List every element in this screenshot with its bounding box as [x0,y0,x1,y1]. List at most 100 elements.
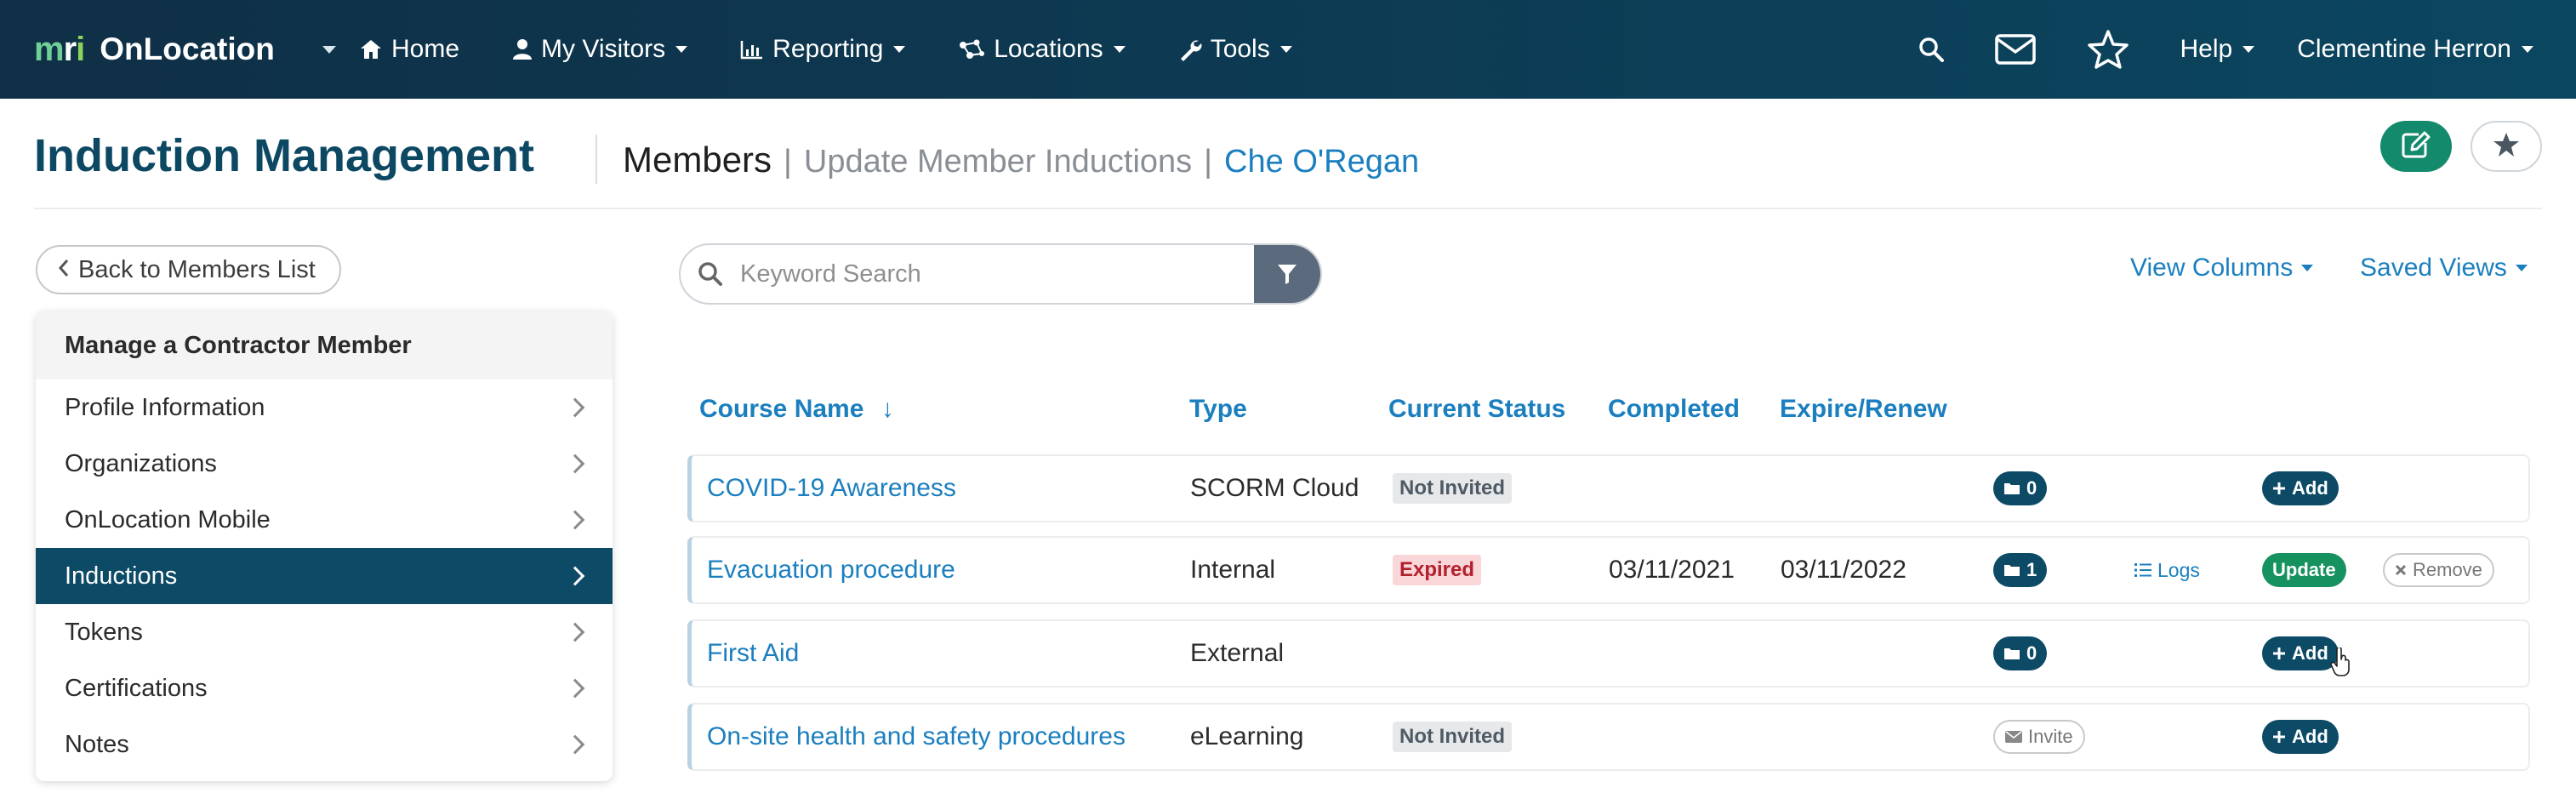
user-name: Clementine Herron [2297,35,2511,63]
course-name-link[interactable]: On-site health and safety procedures [707,722,1126,751]
chevron-right-icon [565,510,585,530]
invite-label: Invite [2028,726,2073,747]
nav-my-visitors[interactable]: My Visitors [512,35,688,64]
sidebar-item-label: Notes [65,730,129,758]
add-label: Add [2292,642,2328,664]
plus-icon [2273,648,2285,659]
status-badge: Not Invited [1393,722,1512,752]
sidebar-item-certifications[interactable]: Certifications [36,660,613,716]
network-icon [958,38,985,60]
documents-button[interactable]: 0 [1993,471,2048,505]
manage-member-menu: Manage a Contractor Member Profile Infor… [36,311,613,781]
chevron-right-icon [565,678,585,699]
add-button[interactable]: Add [2262,636,2339,670]
course-type: Internal [1190,556,1276,584]
sidebar-item-profile-information[interactable]: Profile Information [36,379,613,436]
star-icon[interactable] [2087,29,2129,70]
invite-button[interactable]: Invite [1993,720,2085,754]
edit-button[interactable] [2380,121,2452,172]
sidebar-item-inductions[interactable]: Inductions [36,548,613,604]
table-row: COVID-19 Awareness SCORM Cloud Not Invit… [687,454,2530,522]
completed-date: 03/11/2021 [1609,556,1735,584]
sidebar-item-label: Inductions [65,562,178,590]
course-type: eLearning [1190,722,1304,750]
mri-logo: mri [34,30,85,68]
sidebar-item-label: Tokens [65,618,143,646]
app-switcher-caret-icon[interactable] [322,45,336,54]
breadcrumb-separator: | [784,144,792,180]
edit-icon [2402,131,2431,163]
documents-count: 1 [2026,559,2037,580]
chevron-right-icon [565,397,585,418]
close-icon [2395,564,2407,576]
back-to-members-button[interactable]: Back to Members List [36,245,341,294]
logs-link[interactable]: Logs [2134,559,2200,582]
add-label: Add [2292,726,2328,747]
search-icon[interactable] [1918,37,1944,62]
filter-button[interactable] [1254,245,1320,303]
breadcrumb-members[interactable]: Members [623,140,772,180]
favorite-button[interactable] [2471,121,2542,172]
table-row: Evacuation procedure Internal Expired 03… [687,536,2530,604]
filter-icon [1278,265,1297,284]
remove-button[interactable]: Remove [2383,553,2494,587]
nav-reporting[interactable]: Reporting [740,35,906,64]
table-row: On-site health and safety procedures eLe… [687,703,2530,771]
sidebar-item-tokens[interactable]: Tokens [36,604,613,660]
main-nav: Home My Visitors Reporting Locations Too… [359,35,1345,64]
documents-button[interactable]: 1 [1993,553,2048,587]
column-header-type[interactable]: Type [1189,395,1247,424]
view-columns-dropdown[interactable]: View Columns [2130,254,2314,282]
documents-count: 0 [2026,642,2037,664]
nav-help-label: Help [2180,35,2233,63]
chevron-down-icon [1113,46,1126,53]
sidebar-item-onlocation-mobile[interactable]: OnLocation Mobile [36,492,613,548]
user-menu[interactable]: Clementine Herron [2297,35,2533,64]
column-header-expire-renew[interactable]: Expire/Renew [1780,395,1947,424]
saved-views-dropdown[interactable]: Saved Views [2360,254,2528,282]
nav-tools[interactable]: Tools [1178,35,1292,64]
chevron-right-icon [565,566,585,586]
plus-icon [2273,482,2285,494]
course-name-link[interactable]: First Aid [707,639,799,668]
search-icon [681,245,740,303]
nav-tools-label: Tools [1210,35,1270,63]
search-bar [679,243,1322,305]
header-divider [34,208,2542,209]
list-icon [2134,563,2151,577]
mail-icon[interactable] [1994,34,2036,65]
column-header-current-status[interactable]: Current Status [1388,395,1565,424]
sidebar-item-notes[interactable]: Notes [36,716,613,773]
documents-button[interactable]: 0 [1993,636,2048,670]
sidebar-item-organizations[interactable]: Organizations [36,436,613,492]
breadcrumb-member-name[interactable]: Che O'Regan [1224,144,1419,180]
chevron-down-icon [893,46,906,53]
menu-heading: Manage a Contractor Member [36,311,613,379]
chevron-down-icon [675,46,688,53]
chevron-down-icon [1279,46,1292,53]
expire-date: 03/11/2022 [1781,556,1906,584]
sidebar-item-label: Organizations [65,449,217,477]
star-icon [2493,132,2520,162]
nav-help[interactable]: Help [2180,35,2255,64]
chevron-down-icon [2243,46,2255,53]
add-label: Add [2292,477,2328,499]
add-button[interactable]: Add [2262,720,2339,754]
chevron-down-icon [2515,265,2528,271]
view-columns-label: View Columns [2130,254,2294,282]
update-button[interactable]: Update [2262,553,2346,587]
brand[interactable]: mri OnLocation [34,30,336,69]
table-row: First Aid External 0 Add [687,619,2530,687]
nav-home-label: Home [391,35,460,63]
folder-icon [2004,648,2020,659]
course-name-link[interactable]: Evacuation procedure [707,556,955,585]
breadcrumb: Members | Update Member Inductions | Che… [623,140,1419,180]
keyword-search-input[interactable] [740,245,1254,303]
nav-locations[interactable]: Locations [958,35,1126,64]
column-header-course-name[interactable]: Course Name ↓ [699,395,894,424]
course-name-link[interactable]: COVID-19 Awareness [707,474,956,503]
column-header-completed[interactable]: Completed [1608,395,1740,424]
nav-home[interactable]: Home [359,35,459,64]
add-button[interactable]: Add [2262,471,2339,505]
chevron-down-icon [2301,265,2314,271]
